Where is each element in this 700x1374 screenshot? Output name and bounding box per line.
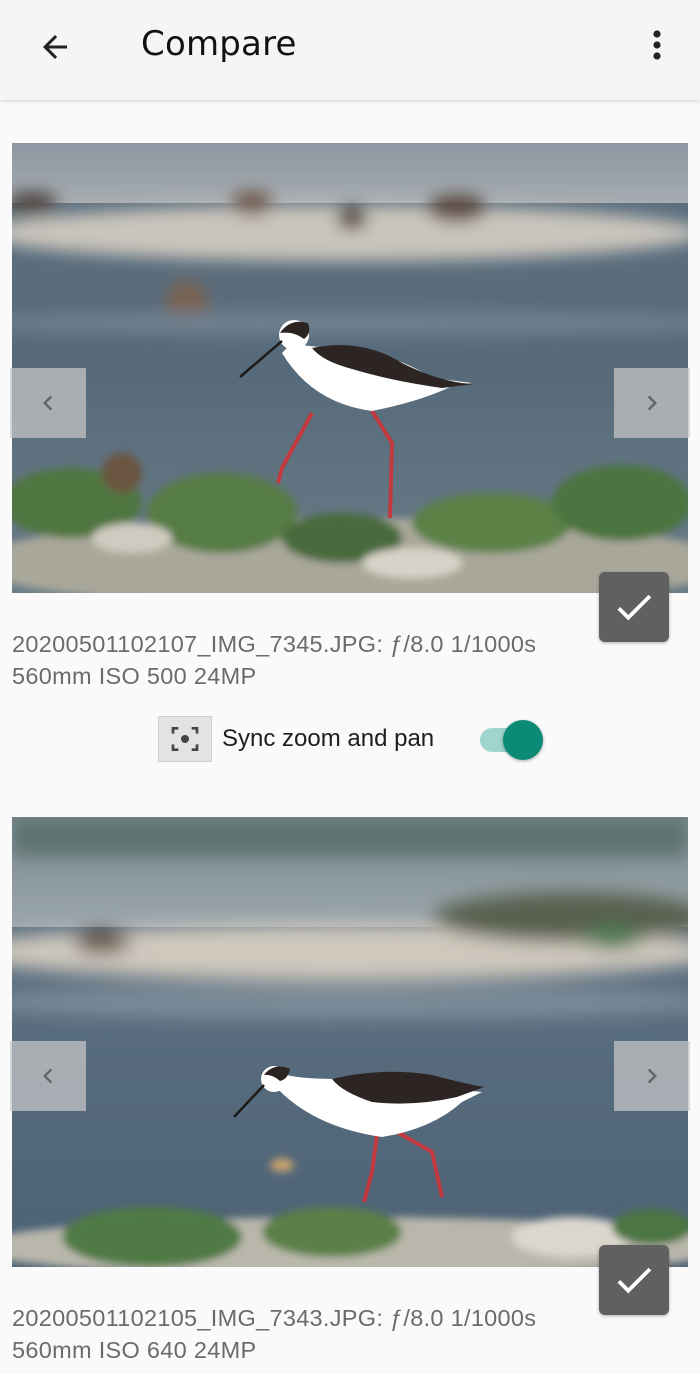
page-title: Compare [141,24,297,64]
arrow-back-icon [43,35,67,59]
photo-info-1: 20200501102107_IMG_7345.JPG: ƒ/8.0 1/100… [12,628,652,692]
sync-zoom-label: Sync zoom and pan [222,725,435,752]
more-vert-icon [653,30,661,60]
photo-filename-exif: 20200501102105_IMG_7343.JPG: ƒ/8.0 1/100… [12,1305,537,1331]
toggle-thumb [503,720,543,760]
chevron-left-icon [43,1068,53,1084]
sync-zoom-toggle[interactable] [480,720,544,760]
back-button[interactable] [22,16,88,78]
app-bar: Compare [0,0,700,100]
chevron-right-icon [647,395,657,411]
checkmark-icon [617,594,652,621]
next-photo-button-2[interactable] [614,1041,690,1111]
previous-photo-button-2[interactable] [10,1041,86,1111]
next-photo-button-1[interactable] [614,368,690,438]
overflow-menu-button[interactable] [632,18,682,76]
checkmark-icon [617,1267,652,1294]
chevron-right-icon [647,1068,657,1084]
sync-zoom-row: Sync zoom and pan [158,715,434,763]
chevron-left-icon [43,395,53,411]
photo-info-2: 20200501102105_IMG_7343.JPG: ƒ/8.0 1/100… [12,1302,652,1366]
photo-filename-exif: 20200501102107_IMG_7345.JPG: ƒ/8.0 1/100… [12,631,537,657]
photo-preview-1[interactable] [12,143,688,593]
bird-photo-1 [12,143,688,593]
photo-lens-iso: 560mm ISO 640 24MP [12,1337,257,1363]
previous-photo-button-1[interactable] [10,368,86,438]
center-focus-icon [158,716,212,762]
bird-photo-2 [12,817,688,1267]
photo-lens-iso: 560mm ISO 500 24MP [12,663,257,689]
photo-preview-2[interactable] [12,817,688,1267]
